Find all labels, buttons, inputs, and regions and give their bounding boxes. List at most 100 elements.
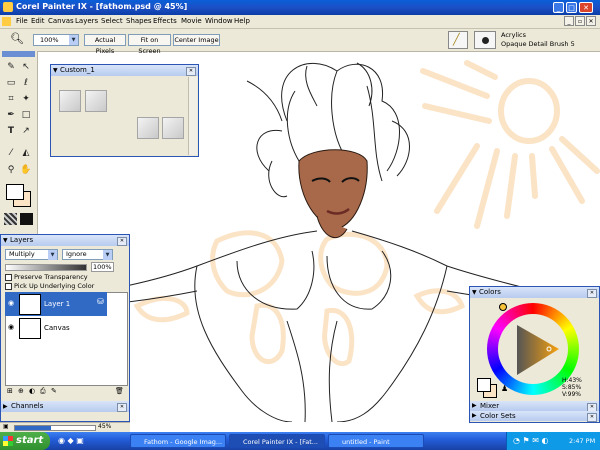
actual-pixels-button[interactable]: Actual Pixels (84, 34, 126, 55)
collapse-triangle-icon[interactable]: ▼ (472, 287, 477, 298)
transform-tool-icon[interactable]: ↖ (19, 61, 33, 74)
text-tool-icon[interactable]: T (4, 125, 18, 138)
custom-palette-scrollbar[interactable] (188, 77, 197, 155)
brush-preset-1-icon[interactable] (59, 90, 81, 112)
new-layer-icon[interactable]: ⎙ (40, 387, 46, 396)
grabber-tool-icon[interactable]: ✋ (19, 164, 33, 177)
custom-palette-header[interactable]: ▼ Custom_1 ✕ (51, 65, 198, 76)
menu-shapes[interactable]: Shapes (126, 17, 152, 25)
brush-preset-2-icon[interactable] (85, 90, 107, 112)
taskbar-item-paint[interactable]: untitled - Paint (328, 434, 424, 448)
layers-header[interactable]: ▼ Layers ✕ (1, 235, 129, 246)
paint-bucket-tool-icon[interactable]: ◭ (19, 147, 33, 160)
doc-restore-button[interactable]: ▫ (575, 16, 585, 26)
rect-shape-tool-icon[interactable]: □ (19, 109, 33, 122)
maximize-button[interactable]: □ (566, 2, 577, 13)
mixer-header[interactable]: ▶ Mixer ✕ (470, 401, 599, 412)
mixer-title: Mixer (480, 402, 500, 410)
zoom-slider[interactable] (14, 425, 96, 431)
menu-effects[interactable]: Effects (153, 17, 177, 25)
close-button[interactable]: ✕ (579, 2, 593, 13)
taskbar-item-painter[interactable]: Corel Painter IX - [Fat... (229, 434, 325, 448)
preserve-transparency-checkbox[interactable] (5, 274, 12, 281)
menu-canvas[interactable]: Canvas (48, 17, 74, 25)
layer-name: Canvas (44, 324, 70, 332)
dropper-tool-icon[interactable]: ⁄ (4, 147, 18, 160)
status-zoom: 45% (98, 423, 112, 430)
quicklaunch-icons[interactable]: ◉ ◆ ▣ (58, 436, 84, 445)
taskbar-item-label: Corel Painter IX - [Fat... (243, 438, 318, 446)
expand-triangle-icon[interactable]: ▶ (472, 411, 477, 421)
menu-window[interactable]: Window (205, 17, 233, 25)
crop-tool-icon[interactable]: ⌗ (4, 93, 18, 106)
lasso-tool-icon[interactable]: ℓ (19, 77, 33, 90)
brush-variant-button[interactable] (474, 31, 496, 49)
start-button[interactable]: start (0, 432, 50, 450)
expand-triangle-icon[interactable]: ▶ (472, 401, 477, 411)
brush-category-button[interactable]: ╱ (448, 31, 468, 49)
menu-help[interactable]: Help (234, 17, 250, 25)
main-color-swatch[interactable] (6, 184, 24, 200)
navigator-icon[interactable]: ▣ (3, 423, 9, 430)
chevron-down-icon: ▼ (103, 250, 112, 260)
layer-row-canvas[interactable]: ◉ Canvas (5, 316, 107, 340)
menu-select[interactable]: Select (101, 17, 123, 25)
toolbox-grip[interactable] (2, 51, 35, 57)
custom-palette-panel: ▼ Custom_1 ✕ (50, 64, 199, 157)
brush-preset-3-icon[interactable] (137, 117, 159, 139)
rect-select-tool-icon[interactable]: ▭ (4, 77, 18, 90)
collapse-triangle-icon[interactable]: ▼ (53, 65, 58, 76)
color-sets-header[interactable]: ▶ Color Sets ✕ (470, 411, 599, 422)
eye-icon[interactable]: ◉ (8, 323, 14, 331)
opacity-slider[interactable] (5, 264, 87, 271)
zoom-tool-icon[interactable]: ⚲ (4, 164, 18, 177)
menu-layers[interactable]: Layers (75, 17, 98, 25)
eye-icon[interactable]: ◉ (8, 299, 14, 307)
close-icon[interactable]: ✕ (587, 413, 597, 422)
colors-header[interactable]: ▼ Colors ✕ (470, 287, 599, 298)
zoom-dropdown[interactable]: 100% ▼ (33, 34, 79, 46)
paper-selector-icon[interactable] (4, 213, 17, 225)
pen-tool-icon[interactable]: ✒ (4, 109, 18, 122)
doc-minimize-button[interactable]: _ (564, 16, 574, 26)
expand-triangle-icon[interactable]: ▶ (3, 401, 8, 412)
pick-up-color-checkbox[interactable] (5, 283, 12, 290)
hue-indicator[interactable] (499, 303, 507, 311)
magic-wand-tool-icon[interactable]: ✦ (19, 93, 33, 106)
taskbar-item-google[interactable]: Fathom - Google Imag... (130, 434, 226, 448)
channels-header[interactable]: ▶ Channels ✕ (1, 401, 129, 412)
composite-depth-value: Ignore (66, 250, 87, 258)
composite-depth-dropdown[interactable]: Ignore ▼ (62, 249, 113, 260)
close-icon[interactable]: ✕ (117, 403, 127, 412)
tray-icons[interactable]: ◔ ⚑ ✉ ◐ (513, 432, 548, 450)
layer-row-layer-1[interactable]: ◉ Layer 1 ⛁ (5, 292, 107, 316)
minimize-button[interactable]: _ (553, 2, 564, 13)
shape-select-tool-icon[interactable]: ↗ (19, 125, 33, 138)
composite-method-dropdown[interactable]: Multiply ▼ (5, 249, 58, 260)
brush-tool-icon[interactable]: ✎ (4, 61, 18, 74)
doc-close-button[interactable]: ✕ (586, 16, 596, 26)
layer-commands-icon[interactable]: ⊞ (7, 387, 13, 395)
collapse-triangle-icon[interactable]: ▼ (3, 235, 8, 246)
clone-color-icon[interactable]: ♟ (501, 384, 508, 393)
menu-edit[interactable]: Edit (31, 17, 45, 25)
menu-movie[interactable]: Movie (181, 17, 202, 25)
windows-logo-icon (3, 436, 13, 446)
layer-thumbnail (19, 294, 41, 315)
document-icon[interactable] (2, 17, 11, 26)
gradient-selector-icon[interactable] (20, 213, 33, 225)
fit-on-screen-button[interactable]: Fit on Screen (128, 34, 171, 55)
layer-adjust-icon[interactable]: ✎ (51, 387, 57, 395)
close-icon[interactable]: ✕ (117, 237, 127, 246)
trash-icon[interactable]: 🗑︎ (115, 387, 124, 395)
brush-preset-4-icon[interactable] (162, 117, 184, 139)
create-layer-mask-icon[interactable]: ◐ (29, 387, 35, 395)
main-color-swatch[interactable] (477, 378, 491, 392)
clock: 2:47 PM (569, 437, 596, 445)
menu-file[interactable]: File (16, 17, 28, 25)
close-icon[interactable]: ✕ (186, 67, 196, 76)
layer-lock-icon[interactable]: ⛁ (97, 297, 104, 306)
center-image-button[interactable]: Center Image (173, 34, 220, 46)
close-icon[interactable]: ✕ (587, 289, 597, 298)
dynamic-plugins-icon[interactable]: ⊕ (18, 387, 24, 395)
